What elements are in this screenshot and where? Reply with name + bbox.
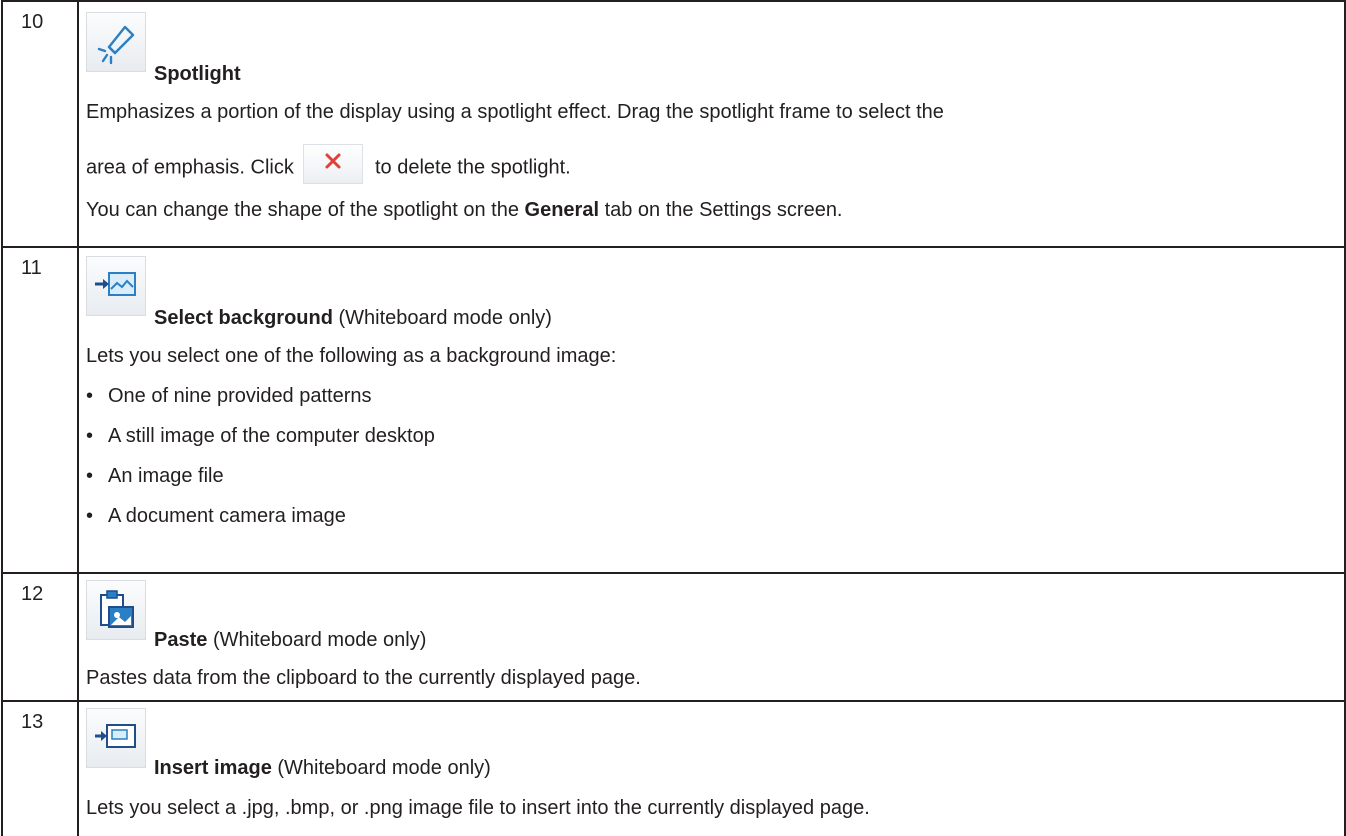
- item-description: Lets you select a .jpg, .bmp, or .png im…: [86, 797, 870, 819]
- item-title: Spotlight: [154, 63, 241, 85]
- item-title: Select background: [154, 307, 333, 329]
- item-title-suffix: (Whiteboard mode only): [212, 629, 427, 651]
- row-number: 13: [21, 711, 44, 733]
- row-number: 11: [21, 257, 42, 279]
- list-item: • An image file: [86, 465, 224, 487]
- feature-table: 10 Spotlight Emphasizes a portion of the…: [1, 0, 1346, 836]
- item-description: Lets you select one of the following as …: [86, 345, 617, 367]
- close-icon: [303, 144, 364, 184]
- table-row: 11 Select background (Whiteboard mode on…: [1, 246, 1346, 572]
- insert-image-icon: [86, 708, 146, 768]
- paste-icon: [86, 580, 146, 640]
- table-row: 10 Spotlight Emphasizes a portion of the…: [1, 0, 1346, 246]
- item-description: Emphasizes a portion of the display usin…: [86, 101, 944, 123]
- table-row: 12 Paste (Whiteboard mode only) Pastes d…: [1, 572, 1346, 700]
- table-row: 13 Insert image (Whiteboard mode only) L…: [1, 700, 1346, 836]
- item-title-suffix: (Whiteboard mode only): [277, 757, 491, 779]
- tab-name-general: General: [524, 199, 599, 221]
- list-item: • One of nine provided patterns: [86, 385, 372, 407]
- item-title: Paste: [154, 629, 208, 651]
- row-number: 12: [21, 583, 44, 605]
- item-description-line: You can change the shape of the spotligh…: [86, 199, 843, 221]
- select-background-icon: [86, 256, 146, 316]
- row-number: 10: [21, 11, 44, 33]
- item-description-line: area of emphasis. Click to delete the sp…: [86, 144, 571, 188]
- list-item: • A document camera image: [86, 505, 346, 527]
- item-title-suffix: (Whiteboard mode only): [338, 307, 552, 329]
- item-description: Pastes data from the clipboard to the cu…: [86, 667, 641, 689]
- spotlight-icon: [86, 12, 146, 72]
- list-item: • A still image of the computer desktop: [86, 425, 435, 447]
- item-title: Insert image: [154, 757, 272, 779]
